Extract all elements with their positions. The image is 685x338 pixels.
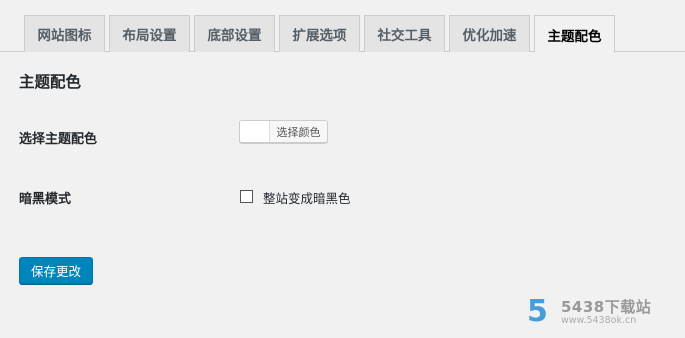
color-picker-button[interactable]: 选择颜色: [239, 120, 328, 143]
tab-social-tools[interactable]: 社交工具: [364, 15, 445, 52]
watermark-logo-icon: 5: [527, 294, 548, 329]
tab-site-icon[interactable]: 网站图标: [24, 15, 105, 52]
dark-mode-checkbox-label[interactable]: 整站变成暗黑色: [263, 188, 351, 207]
tab-extension-options[interactable]: 扩展选项: [279, 15, 360, 52]
color-picker-text: 选择颜色: [276, 125, 321, 139]
settings-tab-bar: 网站图标 布局设置 底部设置 扩展选项 社交工具 优化加速 主题配色: [0, 0, 685, 53]
tab-theme-color[interactable]: 主题配色: [534, 15, 615, 53]
dark-mode-checkbox[interactable]: [240, 190, 253, 203]
watermark: 5 5438下载站 www.5438ok.cn: [527, 296, 685, 332]
tab-layout-settings[interactable]: 布局设置: [109, 15, 190, 52]
save-changes-button[interactable]: 保存更改: [19, 257, 93, 284]
watermark-url: www.5438ok.cn: [561, 315, 637, 326]
tab-footer-settings[interactable]: 底部设置: [194, 15, 275, 52]
tab-optimization[interactable]: 优化加速: [449, 15, 530, 52]
section-title: 主题配色: [19, 73, 82, 91]
watermark-name: 5438下载站: [561, 298, 652, 316]
dark-mode-label: 暗黑模式: [19, 192, 72, 207]
color-swatch: [240, 121, 270, 142]
theme-color-label: 选择主题配色: [19, 132, 98, 147]
